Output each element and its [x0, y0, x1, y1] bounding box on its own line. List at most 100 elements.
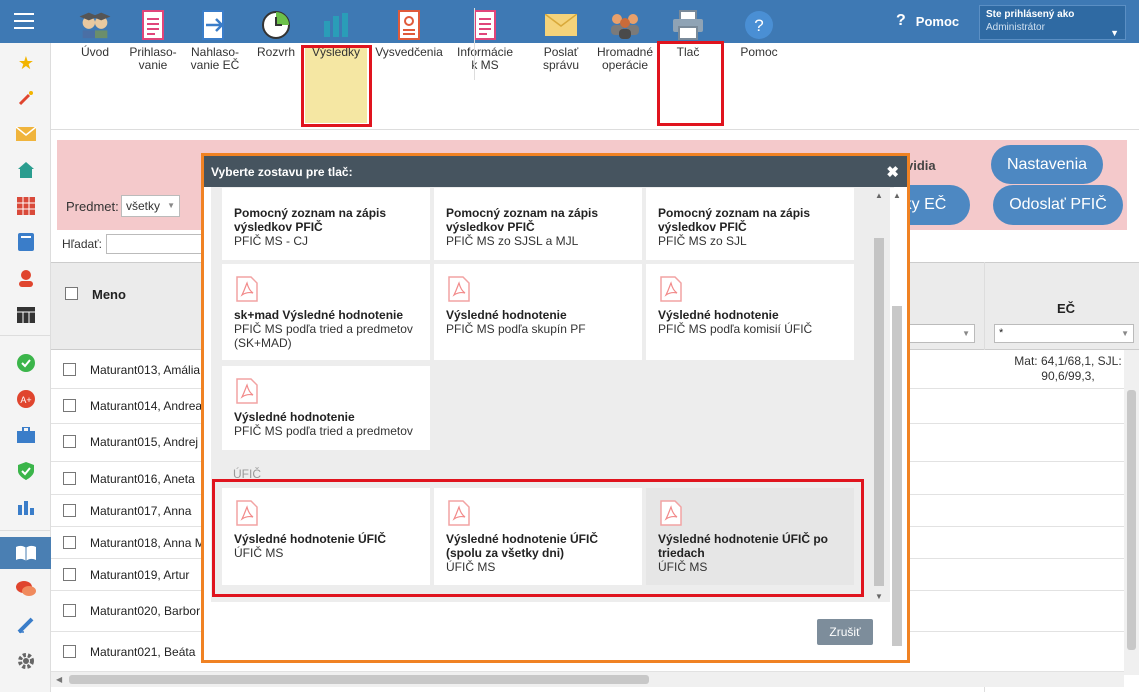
report-card[interactable]: Výsledné hodnotenie PFIČ MS podľa skupín…: [434, 264, 642, 360]
calendar-grid-icon[interactable]: [15, 195, 37, 217]
help-label: Pomoc: [915, 13, 960, 29]
clock-icon: [259, 8, 293, 42]
report-title: Pomocný zoznam na zápis výsledkov PFIČ: [658, 206, 811, 234]
arrow-down-icon[interactable]: ▼: [875, 592, 883, 601]
toolbar-uvod[interactable]: Úvod: [65, 8, 125, 59]
modal-scrollbar[interactable]: ▲: [890, 188, 904, 648]
column-header-ec[interactable]: EČ: [1057, 301, 1075, 316]
toolbar-informacie-ms[interactable]: Informácie k MS: [454, 8, 516, 72]
column-header-name[interactable]: Meno: [92, 287, 126, 302]
cancel-button[interactable]: Zrušiť: [817, 619, 873, 645]
user-dropdown[interactable]: Ste prihlásený ako Administrátor ▼: [979, 5, 1126, 40]
report-title: Výsledné hodnotenie: [658, 308, 779, 322]
subject-select[interactable]: všetky ▼: [121, 195, 180, 217]
toolbar-poslat-spravu[interactable]: Poslať správu: [531, 8, 591, 72]
gear-icon[interactable]: [15, 650, 37, 672]
row-checkbox[interactable]: [63, 363, 76, 376]
chat-icon[interactable]: [15, 578, 37, 600]
scroll-thumb[interactable]: [892, 306, 902, 646]
briefcase-icon[interactable]: [15, 424, 37, 446]
person-icon[interactable]: [15, 267, 37, 289]
grade-badge-icon[interactable]: A+: [15, 388, 37, 410]
home-icon[interactable]: [15, 159, 37, 181]
toolbar-nahlasovanie-ec[interactable]: Nahlaso- vanie EČ: [185, 8, 245, 72]
toolbar-label: Informácie k MS: [456, 45, 514, 72]
mail-icon[interactable]: [15, 123, 37, 145]
row-name: Maturant015, Andrej: [90, 435, 199, 449]
row-checkbox[interactable]: [63, 645, 76, 658]
row-checkbox[interactable]: [63, 399, 76, 412]
scroll-thumb[interactable]: [874, 238, 884, 586]
toolbar-vysvedcenia[interactable]: Vysvedčenia: [370, 8, 448, 59]
magic-wand-icon[interactable]: [15, 87, 37, 109]
row-ec-value: Mat: 64,1/68,1, SJL: 90,6/99,3,: [1014, 354, 1122, 383]
find-label: Hľadať:: [62, 237, 103, 251]
menu-icon[interactable]: [14, 13, 34, 29]
arrow-up-icon[interactable]: ▲: [893, 191, 901, 200]
book-icon[interactable]: [15, 231, 37, 253]
report-card[interactable]: Pomocný zoznam na zápis výsledkov PFIČ P…: [434, 188, 642, 260]
row-name: Maturant017, Anna: [90, 504, 192, 518]
report-subtitle: PFIČ MS podľa tried a predmetov: [234, 424, 413, 438]
toolbar-hromadne-operacie[interactable]: Hromadné operácie: [592, 8, 658, 72]
report-card[interactable]: Pomocný zoznam na zápis výsledkov PFIČ P…: [222, 188, 430, 260]
ufic-highlight-box: [212, 479, 864, 597]
row-checkbox[interactable]: [63, 604, 76, 617]
find-input[interactable]: [106, 234, 206, 254]
row-checkbox[interactable]: [63, 472, 76, 485]
schedule-icon[interactable]: [15, 303, 37, 325]
help-icon: ?: [742, 8, 776, 42]
toolbar-rozvrh[interactable]: Rozvrh: [246, 8, 306, 59]
row-checkbox[interactable]: [63, 504, 76, 517]
vysledky-highlight-box: [301, 45, 372, 127]
arrow-up-icon[interactable]: ▲: [875, 191, 883, 200]
report-card[interactable]: Výsledné hodnotenie PFIČ MS podľa komisi…: [646, 264, 854, 360]
certificate-icon: [392, 8, 426, 42]
row-name: Maturant018, Anna M: [90, 536, 205, 550]
report-subtitle: PFIČ MS zo SJSL a MJL: [446, 234, 579, 248]
toolbar-label: Poslať správu: [542, 45, 580, 72]
close-icon[interactable]: ✖: [886, 163, 899, 181]
shield-icon[interactable]: [15, 460, 37, 482]
modal-list-scrollbar[interactable]: ▲ ▼: [872, 188, 886, 603]
settings-button[interactable]: Nastavenia: [991, 145, 1103, 184]
select-all-checkbox[interactable]: [65, 287, 78, 300]
page-vertical-scrollbar[interactable]: [1124, 350, 1139, 675]
report-card[interactable]: Pomocný zoznam na zápis výsledkov PFIČ P…: [646, 188, 854, 260]
star-icon[interactable]: ★: [15, 52, 37, 74]
pdf-icon: [236, 378, 258, 404]
toolbar-label: Úvod: [80, 45, 109, 59]
ec-filter[interactable]: * ▼: [994, 324, 1134, 343]
report-card[interactable]: sk+mad Výsledné hodnotenie PFIČ MS podľa…: [222, 264, 430, 360]
check-circle-icon[interactable]: [15, 352, 37, 374]
row-checkbox[interactable]: [63, 435, 76, 448]
modal-title-text: Vyberte zostavu pre tlač:: [211, 165, 353, 179]
help-link[interactable]: ? Pomoc: [896, 12, 959, 30]
report-title: sk+mad Výsledné hodnotenie: [234, 308, 404, 322]
page-horizontal-scrollbar[interactable]: ◀: [51, 672, 1124, 687]
subject-value: všetky: [126, 199, 161, 213]
report-card[interactable]: Výsledné hodnotenie PFIČ MS podľa tried …: [222, 366, 430, 450]
toolbar-divider: [474, 8, 475, 80]
chevron-down-icon: ▼: [1121, 329, 1129, 338]
user-line1: Ste prihlásený ako: [986, 9, 1075, 20]
toolbar-pomoc[interactable]: ? Pomoc: [729, 8, 789, 59]
bar-chart-icon[interactable]: [15, 496, 37, 518]
scroll-thumb[interactable]: [1127, 390, 1136, 650]
pen-icon[interactable]: [15, 614, 37, 636]
send-pfic-button[interactable]: Odoslať PFIČ: [993, 185, 1123, 225]
document-arrow-icon: [198, 8, 232, 42]
vidia-text: vidia: [906, 158, 936, 173]
arrow-left-icon[interactable]: ◀: [56, 675, 62, 684]
scroll-thumb[interactable]: [69, 675, 649, 684]
printer-icon: [671, 8, 705, 42]
svg-text:A+: A+: [20, 395, 31, 405]
open-book-icon[interactable]: [15, 542, 37, 564]
toolbar-prihlasovanie[interactable]: Prihlaso- vanie: [123, 8, 183, 72]
sidebar: ★ A+: [0, 43, 51, 692]
row-checkbox[interactable]: [63, 536, 76, 549]
question-icon: ?: [896, 12, 906, 29]
row-checkbox[interactable]: [63, 568, 76, 581]
user-line2: Administrátor: [986, 22, 1045, 33]
modal-title: Vyberte zostavu pre tlač: ✖: [204, 156, 907, 187]
